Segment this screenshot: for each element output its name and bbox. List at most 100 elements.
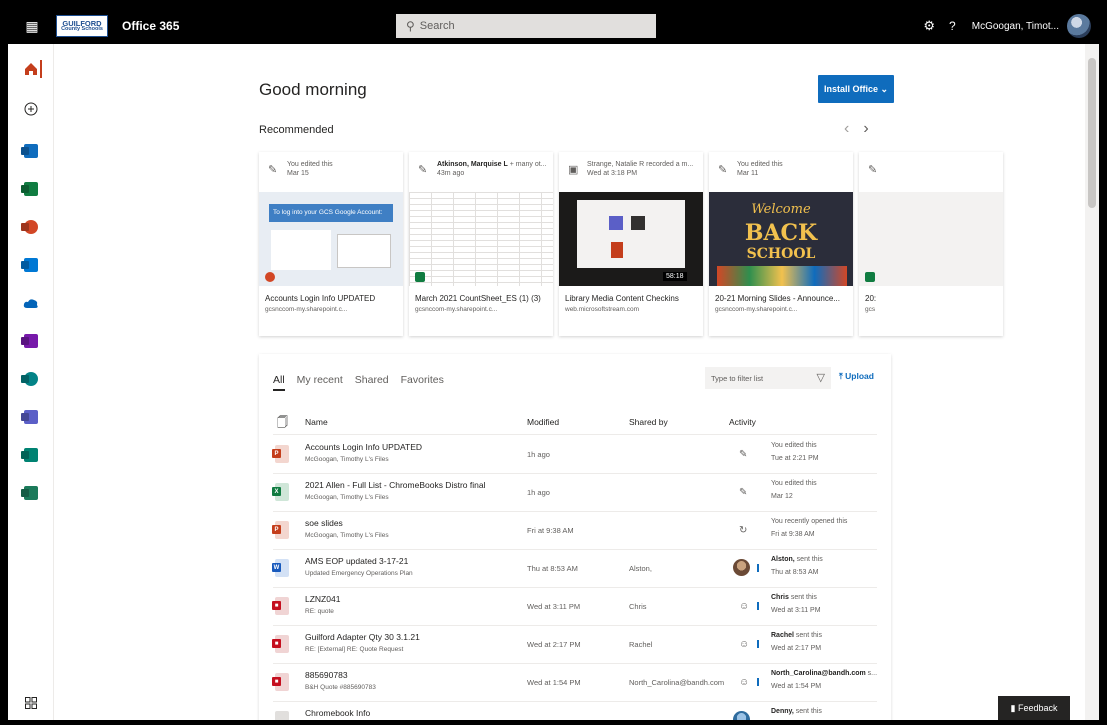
file-row[interactable]: P Accounts Login Info UPDATED McGoogan, …: [272, 436, 877, 474]
file-name[interactable]: AMS EOP updated 3-17-21: [305, 556, 408, 566]
user-avatar[interactable]: [1067, 14, 1091, 38]
person-icon: ☺: [739, 639, 750, 650]
card-title: Library Media Content Checkins: [565, 294, 679, 303]
file-shared-by[interactable]: Rachel: [629, 640, 652, 649]
sender-avatar[interactable]: [733, 559, 750, 576]
app-rail: [8, 44, 54, 720]
feedback-icon: ▮: [1010, 702, 1016, 713]
file-location: McGoogan, Timothy L's Files: [305, 494, 389, 501]
pencil-icon: ✎: [268, 164, 278, 176]
file-name[interactable]: LZNZ041: [305, 594, 340, 604]
powerpoint-icon[interactable]: [8, 214, 54, 240]
recommended-nav: ‹›: [844, 120, 883, 138]
file-row[interactable]: ■ Guilford Adapter Qty 30 3.1.21 RE: [Ex…: [272, 626, 877, 664]
school-logo[interactable]: GUILFORD County Schools: [56, 15, 108, 37]
powerpoint-file-icon: P: [272, 521, 289, 539]
create-icon[interactable]: [8, 96, 54, 122]
activity-text: Rachel sent this: [771, 632, 822, 639]
column-modified[interactable]: Modified: [527, 417, 559, 427]
settings-gear-icon[interactable]: ⚙: [923, 18, 935, 34]
install-office-label: Install Office: [823, 84, 878, 94]
column-name[interactable]: Name: [305, 417, 328, 427]
upload-label: Upload: [845, 371, 874, 381]
planner-icon[interactable]: [8, 480, 54, 506]
next-arrow-icon[interactable]: ›: [863, 120, 882, 137]
pdf-file-icon: ■: [272, 597, 289, 615]
recommended-card[interactable]: ✎ 20: gcs: [859, 152, 1003, 336]
card-activity-time: 43m ago: [437, 170, 465, 178]
column-activity[interactable]: Activity: [729, 417, 756, 427]
outlook-icon[interactable]: [8, 138, 54, 164]
search-box[interactable]: ⚲ Search: [396, 14, 656, 38]
file-shared-by[interactable]: Alston,: [629, 564, 652, 573]
activity-person: Chris: [771, 594, 789, 601]
file-row[interactable]: ■ LZNZ041 RE: quote Wed at 3:11 PM Chris…: [272, 588, 877, 626]
outlook-mail-icon[interactable]: [8, 252, 54, 278]
file-location: McGoogan, Timothy L's Files: [305, 456, 389, 463]
file-shared-by[interactable]: North_Carolina@bandh.com: [629, 678, 724, 687]
upload-button[interactable]: ⤒ Upload: [839, 371, 874, 382]
tab-all[interactable]: All: [273, 374, 285, 391]
teams-icon[interactable]: [8, 404, 54, 430]
file-shared-by[interactable]: Chris: [629, 602, 647, 611]
card-thumbnail: To log into your GCS Google Account:: [259, 192, 403, 286]
recommended-card[interactable]: ✎ You edited this Mar 15 To log into you…: [259, 152, 403, 336]
activity-action: sent this: [793, 708, 822, 715]
info-marker: [757, 678, 759, 686]
file-row[interactable]: Chromebook Info Denny, sent this: [273, 702, 877, 720]
activity-time: Fri at 9:38 AM: [771, 531, 815, 538]
file-row[interactable]: X 2021 Allen - Full List - ChromeBooks D…: [272, 474, 877, 512]
filter-input[interactable]: Type to filter list ▽: [705, 367, 831, 389]
column-shared-by[interactable]: Shared by: [629, 417, 668, 427]
onedrive-icon[interactable]: [8, 290, 54, 316]
scrollbar-thumb[interactable]: [1088, 58, 1096, 208]
activity-person: Denny,: [771, 708, 794, 715]
card-url: gcsnccom-my.sharepoint.c...: [265, 306, 348, 313]
sway-icon[interactable]: [8, 442, 54, 468]
recommended-card[interactable]: ✎ Atkinson, Marquise L + many ot... 43m …: [409, 152, 553, 336]
file-name[interactable]: Chromebook Info: [305, 708, 370, 718]
activity-person: North_Carolina@bandh.com: [771, 670, 866, 677]
tab-favorites[interactable]: Favorites: [401, 374, 444, 391]
all-apps-icon[interactable]: [8, 690, 54, 716]
user-name[interactable]: McGoogan, Timot...: [972, 21, 1059, 32]
app-launcher-icon[interactable]: ▦: [8, 8, 56, 44]
thumb-tile: [631, 216, 645, 230]
main-content: Good morning Install Office ⌄ Recommende…: [54, 44, 1084, 720]
file-name[interactable]: soe slides: [305, 518, 343, 528]
recommended-card[interactable]: ▣ Strange, Natalie R recorded a m... Wed…: [559, 152, 703, 336]
card-activity-rest: + many ot...: [507, 161, 547, 168]
home-icon[interactable]: [8, 56, 54, 82]
file-tabs: All My recent Shared Favorites: [273, 374, 444, 391]
card-thumbnail: [859, 192, 1003, 286]
filter-funnel-icon[interactable]: ▽: [817, 371, 825, 384]
file-row[interactable]: P soe slides McGoogan, Timothy L's Files…: [272, 512, 877, 550]
onenote-icon[interactable]: [8, 328, 54, 354]
sharepoint-icon[interactable]: [8, 366, 54, 392]
tab-shared[interactable]: Shared: [355, 374, 389, 391]
file-name[interactable]: 2021 Allen - Full List - ChromeBooks Dis…: [305, 480, 485, 490]
install-office-button[interactable]: Install Office ⌄: [818, 75, 894, 103]
file-type-icon[interactable]: 🗍: [277, 414, 288, 433]
card-thumbnail: 58:18: [559, 192, 703, 286]
sender-avatar[interactable]: [733, 711, 750, 720]
help-icon[interactable]: ?: [949, 19, 956, 33]
tab-my-recent[interactable]: My recent: [297, 374, 343, 391]
file-name[interactable]: Accounts Login Info UPDATED: [305, 442, 422, 452]
activity-text: Alston, sent this: [771, 556, 823, 563]
file-row[interactable]: ■ 885690783 B&H Quote #885690783 Wed at …: [272, 664, 877, 702]
recommended-card[interactable]: ✎ You edited this Mar 11 Welcome BACK SC…: [709, 152, 853, 336]
feedback-button[interactable]: ▮ Feedback: [998, 696, 1070, 720]
file-row[interactable]: W AMS EOP updated 3-17-21 Updated Emerge…: [272, 550, 877, 588]
card-activity: You edited this: [737, 161, 783, 168]
card-title: 20-21 Morning Slides - Announce...: [715, 294, 840, 303]
file-modified: 1h ago: [527, 488, 550, 497]
previous-arrow-icon[interactable]: ‹: [844, 120, 863, 137]
excel-icon[interactable]: [8, 176, 54, 202]
card-url: gcsnccom-my.sharepoint.c...: [715, 306, 798, 313]
file-name[interactable]: 885690783: [305, 670, 348, 680]
file-name[interactable]: Guilford Adapter Qty 30 3.1.21: [305, 632, 420, 642]
file-modified: Thu at 8:53 AM: [527, 564, 578, 573]
app-name[interactable]: Office 365: [122, 19, 179, 33]
page-scrollbar[interactable]: [1085, 44, 1099, 720]
